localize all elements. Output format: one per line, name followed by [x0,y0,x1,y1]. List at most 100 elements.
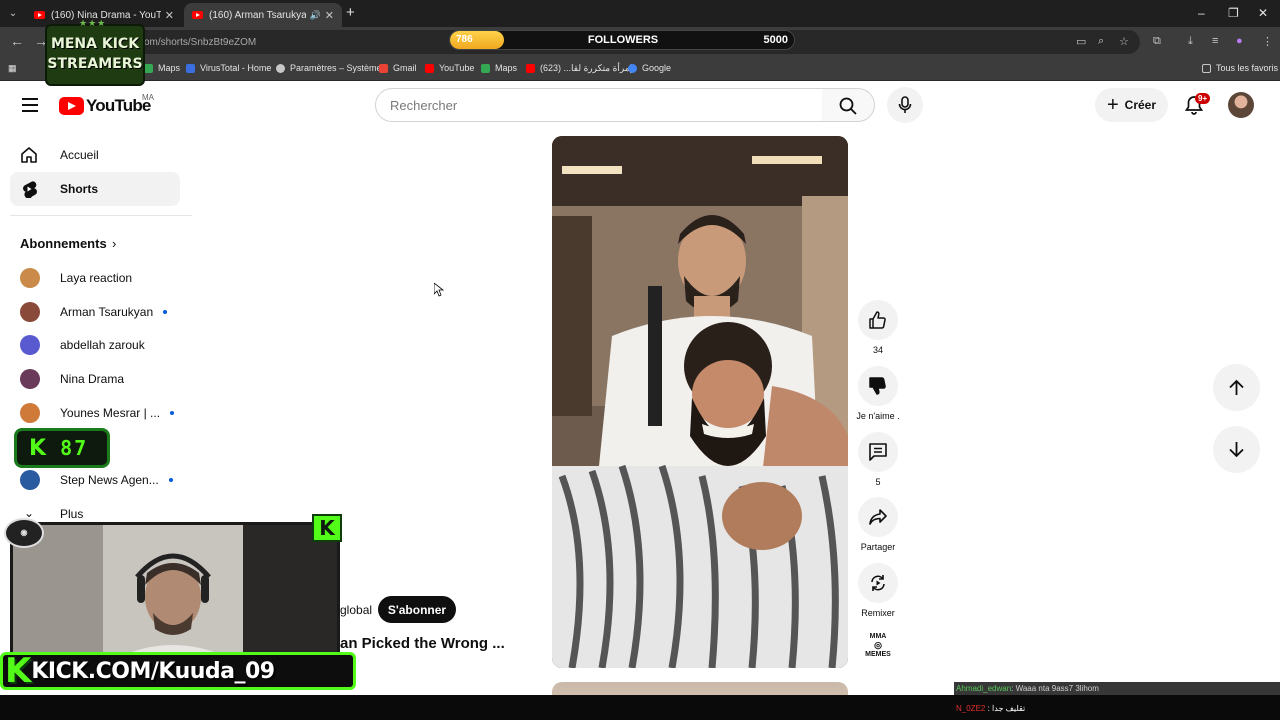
remix-label: Remixer [861,608,895,618]
bookmark-google[interactable]: Google [628,63,671,73]
channel-avatar [20,369,40,389]
previous-short-button[interactable] [1213,364,1260,411]
next-short-button[interactable] [1213,426,1260,473]
sidebar-item-arman-tsarukyan[interactable]: Arman Tsarukyan [20,300,168,324]
cast-icon[interactable]: ▭ [1076,35,1086,48]
hamburger-menu-icon[interactable] [22,98,38,112]
close-tab-icon[interactable]: ✕ [165,9,174,22]
sidebar-item-shorts[interactable]: Shorts [10,172,180,206]
tab-search-icon[interactable]: ⌄ [4,5,22,23]
sidebar-item-home[interactable]: Accueil [10,138,180,172]
subscribe-button[interactable]: S'abonner [378,596,456,623]
share-button[interactable] [858,497,898,537]
sidebar-item-label: Accueil [60,148,99,162]
remix-icon [871,575,885,591]
arrow-down-icon [1229,442,1244,458]
youtube-favicon-icon [192,11,203,19]
voice-search-button[interactable] [887,87,923,123]
comment-count: 5 [875,477,881,487]
channel-name: abdellah zarouk [60,338,145,352]
comments-button[interactable] [858,432,898,472]
short-video-player[interactable] [552,136,848,668]
reading-list-icon[interactable]: ≡ [1212,35,1218,47]
new-content-dot [168,478,173,482]
gear-icon [276,63,285,73]
youtube-wordmark: YouTube [86,96,151,115]
bookmark-youtube[interactable]: YouTube [425,63,474,73]
subscriptions-title[interactable]: Abonnements [20,236,107,251]
close-window-icon[interactable]: ✕ [1258,6,1268,20]
logo-text: MEMES [865,651,891,658]
bookmark-virustotal[interactable]: VirusTotal - Home [186,63,271,73]
sidebar-item-nina-drama[interactable]: Nina Drama [20,367,124,391]
menu-kebab-icon[interactable]: ⋮ [1262,35,1273,48]
zoom-icon[interactable]: ⌕ [1098,35,1104,48]
share-label: Partager [860,542,896,552]
tab-arman-tsarukyan[interactable]: (160) Arman Tsarukyan Pick 🔊 ✕ [184,3,342,27]
followers-label: FOLLOWERS [587,34,659,46]
chevron-right-icon[interactable]: › [112,236,116,251]
back-icon[interactable]: ← [10,33,24,49]
chat-message: N_0ZE2 : تقليف جدا [956,704,1025,713]
minimize-icon[interactable]: – [1198,6,1205,20]
sidebar-more[interactable]: Plus [60,507,83,521]
like-count: 34 [872,345,883,355]
stars-icon: ★★★ [79,18,107,28]
youtube-logo[interactable]: YouTube [59,96,151,116]
speaker-icon[interactable]: 🔊 [310,10,321,21]
chat-username: Ahmadi_edwan [956,684,1012,693]
all-bookmarks[interactable]: Tous les favoris [1202,63,1278,73]
logo-text: MENA KICK [50,36,140,52]
kick-icon: K [29,435,47,461]
channel-avatar [20,302,40,322]
sidebar-item-laya-reaction[interactable]: Laya reaction [20,266,132,290]
bookmark-label: Maps [158,63,181,73]
microphone-icon [898,96,912,113]
kick-logo-icon: K [312,514,342,542]
bookmark-gmail[interactable]: Gmail [379,63,417,73]
remix-button[interactable] [858,563,898,603]
bookmark-settings[interactable]: Paramètres – Système [276,63,382,73]
channel-name: Step News Agen... [60,473,159,487]
chat-text: : Waaa nta 9ass7 3lihom [1011,684,1099,693]
search-input[interactable]: Rechercher [375,88,823,122]
maps-icon [481,63,490,73]
sidebar-divider [10,215,192,216]
arrow-up-icon [1229,379,1244,395]
kick-k-icon: K [5,651,32,691]
bookmark-youtube-video[interactable]: إمرأة متكررة لقا... (623) [526,63,632,74]
thumbs-up-icon [869,311,886,329]
extensions-icon[interactable]: ⧉ [1153,35,1161,48]
channel-name: Nina Drama [60,372,125,386]
search-button[interactable] [822,88,875,122]
dislike-button[interactable] [858,366,898,406]
like-button[interactable] [858,300,898,340]
comment-icon [869,443,887,461]
new-tab-button[interactable]: + [346,4,355,21]
kick-channel-url: KICK.COM/Kuuda_09 [31,658,275,684]
channel-name: Arman Tsarukyan [60,305,154,319]
audio-source-logo[interactable]: MMA ◎ MEMES [862,632,894,660]
restore-icon[interactable]: ❐ [1228,6,1239,20]
google-icon [628,63,637,73]
short-channel-name[interactable]: global [340,603,372,617]
notification-badge: 9+ [1195,93,1211,104]
sidebar-item-abdellah-zarouk[interactable]: abdellah zarouk [20,333,145,357]
sidebar-item-younes-mesrar[interactable]: Younes Mesrar | ... [20,401,175,425]
url-text: om/shorts/SnbzBt9eZOM [144,37,257,48]
browser-tab-strip: ⌄ (160) Nina Drama - YouTube ✕ (160) Arm… [0,0,1280,27]
sidebar-item-step-news[interactable]: Step News Agen... [20,468,173,492]
chat-text: : تقليف جدا [985,704,1026,713]
short-title[interactable]: an Picked the Wrong ... [340,635,505,652]
country-code: MA [142,93,154,102]
profile-icon[interactable]: ● [1236,35,1243,47]
download-icon[interactable]: ⤓ [1188,35,1193,48]
bookmark-star-icon[interactable]: ☆ [1119,35,1129,48]
bookmark-maps[interactable]: Maps [144,63,180,73]
apps-grid-icon[interactable]: ▦ [8,63,17,74]
create-button[interactable]: + Créer [1095,88,1168,122]
bookmark-label: YouTube [439,63,475,73]
close-tab-icon[interactable]: ✕ [325,9,334,22]
bookmark-maps-2[interactable]: Maps [481,63,517,73]
account-avatar[interactable] [1228,92,1254,118]
